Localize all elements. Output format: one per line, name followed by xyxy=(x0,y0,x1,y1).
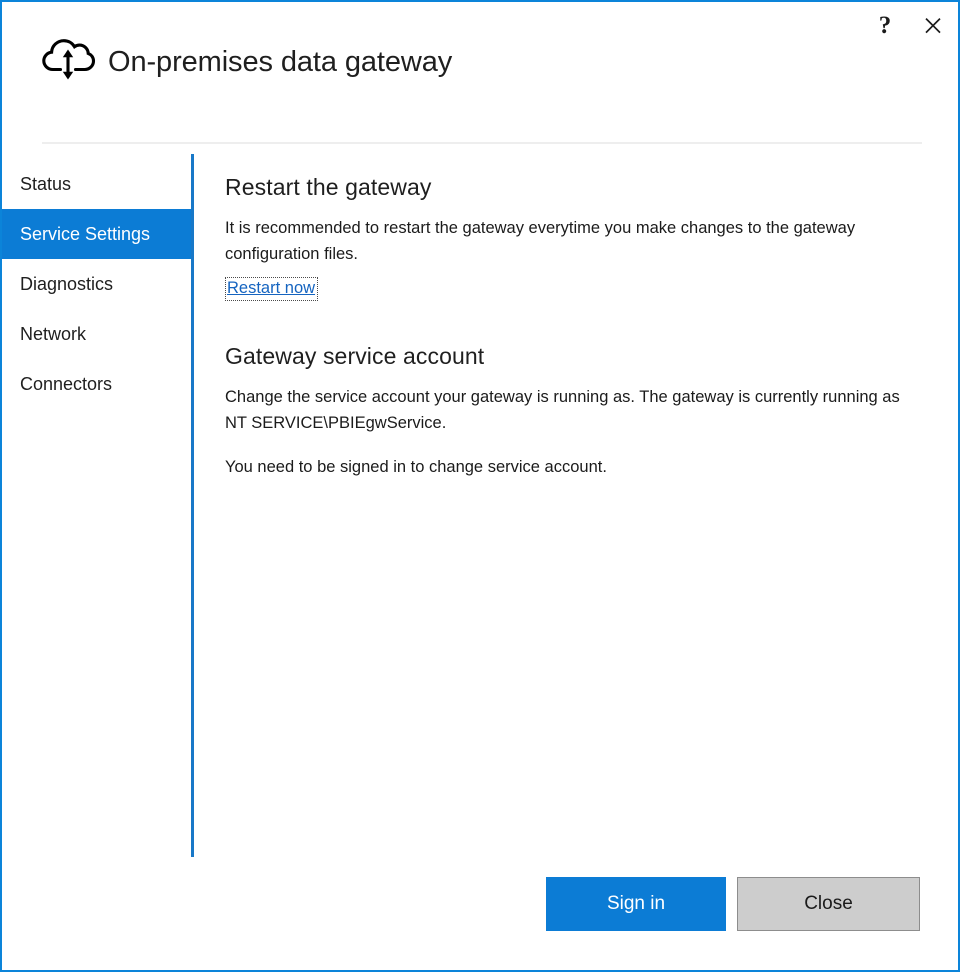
header-divider xyxy=(42,142,922,144)
help-icon[interactable]: ? xyxy=(870,10,900,40)
main-content: Restart the gateway It is recommended to… xyxy=(225,174,925,480)
gateway-window: ? On-premises data gateway Status Servic… xyxy=(0,0,960,972)
close-button[interactable]: Close xyxy=(737,877,920,931)
sidebar-item-label: Network xyxy=(20,324,86,345)
restart-gateway-description: It is recommended to restart the gateway… xyxy=(225,215,917,267)
restart-now-link[interactable]: Restart now xyxy=(227,279,315,298)
sidebar-item-label: Service Settings xyxy=(20,224,150,245)
close-icon[interactable] xyxy=(918,10,948,40)
sidebar: Status Service Settings Diagnostics Netw… xyxy=(2,159,191,409)
sidebar-item-network[interactable]: Network xyxy=(2,309,191,359)
sidebar-item-connectors[interactable]: Connectors xyxy=(2,359,191,409)
sign-in-button[interactable]: Sign in xyxy=(546,877,726,931)
sidebar-item-service-settings[interactable]: Service Settings xyxy=(2,209,191,259)
sidebar-item-label: Status xyxy=(20,174,71,195)
sign-in-required-note: You need to be signed in to change servi… xyxy=(225,454,917,480)
sidebar-divider xyxy=(191,154,194,857)
footer-button-bar: Sign in Close xyxy=(2,877,958,933)
gateway-service-account-description: Change the service account your gateway … xyxy=(225,384,917,436)
sidebar-item-label: Connectors xyxy=(20,374,112,395)
sidebar-item-status[interactable]: Status xyxy=(2,159,191,209)
gateway-service-account-heading: Gateway service account xyxy=(225,343,925,370)
sidebar-item-label: Diagnostics xyxy=(20,274,113,295)
sidebar-item-diagnostics[interactable]: Diagnostics xyxy=(2,259,191,309)
titlebar-controls: ? xyxy=(870,10,948,40)
restart-now-focus-ring: Restart now xyxy=(225,277,318,301)
cloud-sync-icon xyxy=(40,32,96,84)
window-header: On-premises data gateway xyxy=(2,2,958,122)
restart-gateway-heading: Restart the gateway xyxy=(225,174,925,201)
page-title: On-premises data gateway xyxy=(108,46,452,79)
